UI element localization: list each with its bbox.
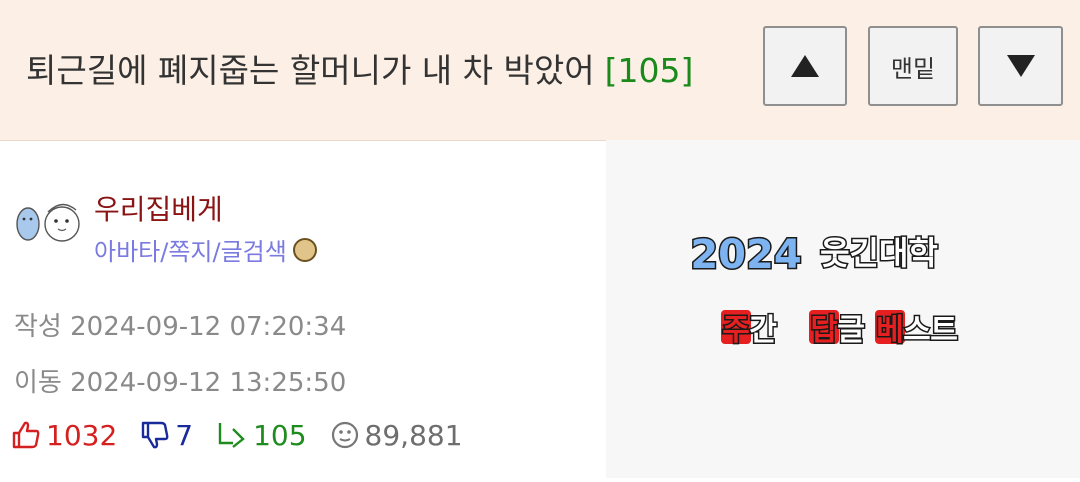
post-stats: 1032 7 105 89,881 [10,418,485,452]
like-count: 1032 [46,418,118,452]
scroll-up-button[interactable] [763,26,847,106]
view-stat: 89,881 [329,419,463,452]
thumbs-down-icon [142,421,169,449]
banner-word-char: 답 [810,313,838,348]
reply-arrow-icon [218,423,245,448]
down-arrow-icon [1006,55,1035,77]
like-stat[interactable]: 1032 [10,419,117,452]
banner-word-char: 글 [837,313,865,348]
banner-year: 2024 [690,232,801,278]
banner-graphic: 2024 웃긴대학 주간답글베스트 [689,231,959,350]
view-count: 89,881 [364,418,463,452]
scroll-down-button[interactable] [978,26,1063,106]
banner-word-char: 스 [903,313,931,348]
banner-word-char: 베 [876,313,904,348]
level-badge-icon [292,238,317,262]
smiley-icon [331,421,358,449]
go-to-bottom-button[interactable]: 맨밑 [868,26,958,106]
banner-words: 주간답글베스트 [721,310,959,350]
banner-site: 웃긴대학 [820,234,938,272]
dislike-stat[interactable]: 7 [139,419,193,452]
author-links: 아바타/쪽지/글검색 [94,232,317,267]
post-header: 퇴근길에 폐지줍는 할머니가 내 차 박았어 [105] 맨밑 [0,0,1080,141]
dislike-count: 7 [175,418,194,452]
thumbs-up-icon [12,421,40,449]
reply-stat[interactable]: 105 [215,418,307,452]
author-links-text[interactable]: 아바타/쪽지/글검색 [94,238,287,266]
moved-time: 이동 2024-09-12 13:25:50 [14,368,347,398]
banner-word-char: 간 [749,313,777,348]
post-title-text: 퇴근길에 폐지줍는 할머니가 내 차 박았어 [26,51,595,90]
banner-word-char: 트 [930,313,958,348]
reply-count: 105 [253,418,307,452]
comment-count[interactable]: [105] [605,51,694,90]
banner-word-char: 주 [722,313,750,348]
weekly-best-banner[interactable]: 2024 웃긴대학 주간답글베스트 [606,140,1080,478]
up-arrow-icon [791,55,819,77]
created-time: 작성 2024-09-12 07:20:34 [14,312,347,342]
avatar[interactable] [14,194,84,250]
post-title: 퇴근길에 폐지줍는 할머니가 내 차 박았어 [105] [26,44,693,92]
author-nickname[interactable]: 우리집베게 [94,188,223,228]
